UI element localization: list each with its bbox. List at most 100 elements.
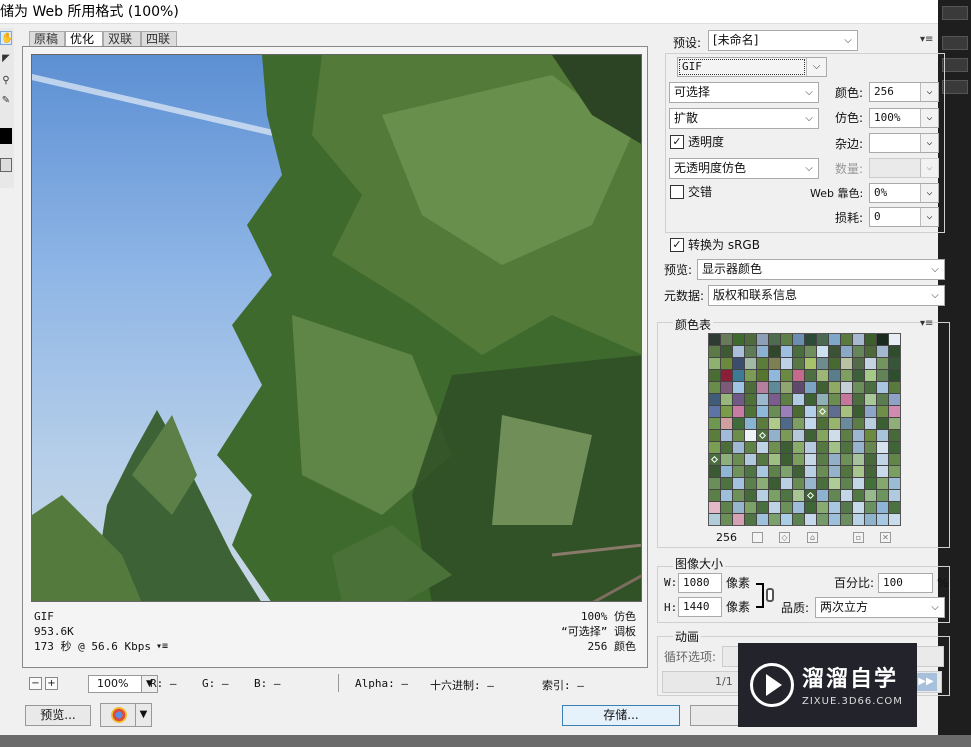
color-swatch[interactable]	[865, 334, 876, 345]
color-swatch[interactable]	[793, 382, 804, 393]
color-swatch[interactable]	[733, 502, 744, 513]
color-swatch[interactable]	[721, 466, 732, 477]
color-swatch[interactable]	[889, 394, 900, 405]
color-swatch[interactable]	[841, 370, 852, 381]
color-table-menu-icon[interactable]: ▾≡	[920, 318, 933, 329]
color-swatch[interactable]	[805, 502, 816, 513]
color-swatch[interactable]	[889, 466, 900, 477]
color-swatch[interactable]	[817, 394, 828, 405]
color-swatch[interactable]	[853, 406, 864, 417]
color-swatch[interactable]	[829, 382, 840, 393]
color-swatch[interactable]	[769, 490, 780, 501]
delete-color-icon[interactable]: ✕	[880, 532, 891, 543]
color-swatch[interactable]	[841, 502, 852, 513]
color-swatch[interactable]	[805, 466, 816, 477]
color-swatch[interactable]	[781, 406, 792, 417]
color-swatch[interactable]	[721, 406, 732, 417]
color-swatch[interactable]	[877, 394, 888, 405]
color-swatch[interactable]	[769, 394, 780, 405]
color-swatch[interactable]	[817, 466, 828, 477]
color-swatch[interactable]	[817, 382, 828, 393]
color-swatch[interactable]	[709, 406, 720, 417]
color-swatch[interactable]	[721, 430, 732, 441]
color-swatch[interactable]	[769, 502, 780, 513]
color-swatch[interactable]	[829, 418, 840, 429]
color-swatch[interactable]	[745, 514, 756, 525]
color-swatch[interactable]	[733, 454, 744, 465]
color-swatch[interactable]	[805, 382, 816, 393]
color-swatch[interactable]	[817, 514, 828, 525]
color-swatch[interactable]	[853, 358, 864, 369]
color-swatch[interactable]	[877, 490, 888, 501]
color-swatch[interactable]	[817, 442, 828, 453]
color-swatch[interactable]	[865, 370, 876, 381]
download-speed-menu-icon[interactable]: ▾≡	[156, 639, 168, 655]
color-swatch[interactable]	[793, 514, 804, 525]
color-swatch[interactable]	[781, 430, 792, 441]
color-swatch[interactable]	[841, 490, 852, 501]
preset-select[interactable]: [未命名] ⌵	[708, 30, 858, 51]
tab-original[interactable]: 原稿	[29, 31, 65, 47]
color-swatch[interactable]	[817, 478, 828, 489]
color-swatch[interactable]	[889, 478, 900, 489]
color-swatch[interactable]	[889, 430, 900, 441]
color-swatch[interactable]	[733, 382, 744, 393]
color-swatch[interactable]	[745, 442, 756, 453]
color-swatch[interactable]	[841, 466, 852, 477]
color-swatch[interactable]	[793, 442, 804, 453]
color-swatch[interactable]	[805, 454, 816, 465]
color-swatch[interactable]	[865, 406, 876, 417]
color-swatch[interactable]	[733, 478, 744, 489]
color-swatch[interactable]	[745, 490, 756, 501]
color-swatch[interactable]	[709, 382, 720, 393]
color-swatch[interactable]	[733, 406, 744, 417]
color-swatch[interactable]	[805, 334, 816, 345]
color-swatch[interactable]	[781, 502, 792, 513]
color-swatch[interactable]	[769, 478, 780, 489]
lock-color-icon[interactable]: ⌂	[807, 532, 818, 543]
color-swatch[interactable]	[757, 514, 768, 525]
color-swatch[interactable]	[889, 490, 900, 501]
color-swatch[interactable]	[781, 454, 792, 465]
color-swatch[interactable]	[781, 466, 792, 477]
color-swatch[interactable]	[841, 382, 852, 393]
color-swatch[interactable]	[853, 442, 864, 453]
color-swatch[interactable]	[721, 502, 732, 513]
color-swatch[interactable]	[865, 490, 876, 501]
color-swatch[interactable]	[817, 346, 828, 357]
color-swatch[interactable]	[757, 358, 768, 369]
color-swatch[interactable]	[769, 370, 780, 381]
color-swatch[interactable]	[829, 406, 840, 417]
color-swatch[interactable]	[805, 418, 816, 429]
color-swatch[interactable]	[853, 502, 864, 513]
color-swatch[interactable]	[877, 346, 888, 357]
color-swatch[interactable]	[721, 418, 732, 429]
color-swatch[interactable]	[793, 466, 804, 477]
color-swatch[interactable]	[829, 466, 840, 477]
color-swatch[interactable]	[757, 502, 768, 513]
color-swatch[interactable]	[829, 490, 840, 501]
color-swatch[interactable]	[805, 490, 816, 501]
hand-tool-icon[interactable]: ✋	[0, 31, 13, 45]
color-swatch[interactable]	[829, 478, 840, 489]
color-swatch[interactable]	[889, 370, 900, 381]
color-swatch[interactable]	[841, 358, 852, 369]
color-swatch[interactable]	[853, 418, 864, 429]
color-swatch[interactable]	[781, 478, 792, 489]
color-swatch[interactable]	[805, 346, 816, 357]
slice-select-tool-icon[interactable]: ◤	[0, 52, 12, 66]
color-swatch[interactable]	[865, 430, 876, 441]
preview-color-select[interactable]: 显示器颜色 ⌵	[697, 259, 945, 280]
color-swatch[interactable]	[781, 514, 792, 525]
color-swatch[interactable]	[733, 394, 744, 405]
zoom-in-button[interactable]: +	[45, 677, 58, 690]
color-swatch[interactable]	[733, 490, 744, 501]
color-swatch[interactable]	[805, 442, 816, 453]
color-swatch[interactable]	[865, 478, 876, 489]
color-swatch[interactable]	[709, 442, 720, 453]
color-swatch[interactable]	[889, 406, 900, 417]
color-swatch[interactable]	[769, 382, 780, 393]
color-swatch[interactable]	[841, 454, 852, 465]
color-swatch[interactable]	[769, 418, 780, 429]
color-swatch[interactable]	[889, 502, 900, 513]
